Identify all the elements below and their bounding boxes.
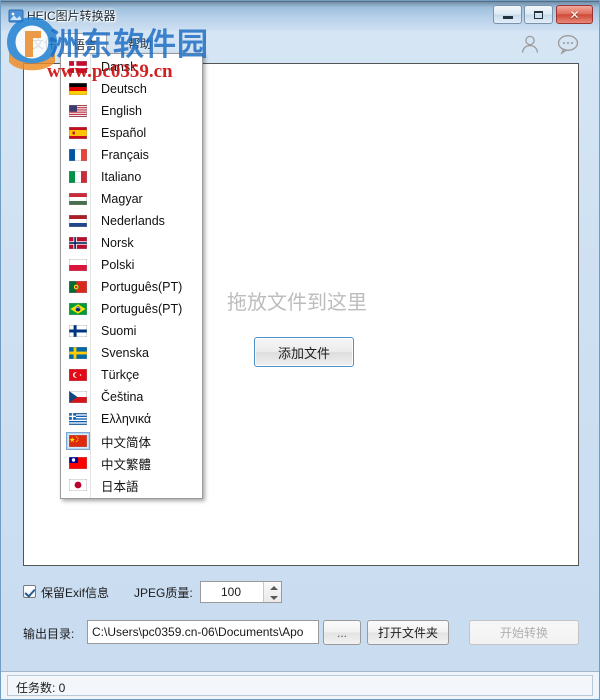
language-menu-item[interactable]: English — [61, 100, 202, 122]
jpeg-quality-label: JPEG质量: — [134, 586, 193, 600]
language-menu-item-label: Norsk — [101, 236, 134, 250]
flag-cz-icon — [67, 389, 89, 405]
flag-es-icon — [67, 125, 89, 141]
flag-us-icon — [67, 103, 89, 119]
browse-button[interactable]: ... — [323, 620, 361, 645]
language-menu-item-label: English — [101, 104, 142, 118]
task-count-text: 任务数: 0 — [16, 681, 66, 695]
start-convert-button[interactable]: 开始转换 — [469, 620, 579, 645]
language-menu-item[interactable]: Português(PT) — [61, 298, 202, 320]
language-menu-item-label: Polski — [101, 258, 135, 272]
title-bar: HEIC图片转换器 ✕ — [1, 1, 599, 31]
flag-br-icon — [67, 301, 89, 317]
language-menu-item-label: 日本語 — [101, 479, 139, 494]
output-directory-input[interactable]: C:\Users\pc0359.cn-06\Documents\Apo — [87, 620, 319, 644]
minimize-icon — [494, 6, 521, 23]
language-menu-item[interactable]: Suomi — [61, 320, 202, 342]
language-menu-item-label: Deutsch — [101, 82, 147, 96]
language-menu-item[interactable]: Norsk — [61, 232, 202, 254]
language-menu-item-label: Magyar — [101, 192, 143, 206]
language-menu-item-label: Čeština — [101, 390, 144, 404]
language-menu-item-label: Français — [101, 148, 149, 162]
spin-down-icon[interactable] — [264, 592, 281, 602]
language-menu-item[interactable]: 中文繁體 — [61, 452, 202, 474]
language-menu-item-label: Italiano — [101, 170, 142, 184]
language-menu-item[interactable]: Svenska — [61, 342, 202, 364]
flag-fi-icon — [67, 323, 89, 339]
menu-item-help[interactable]: 帮助 — [119, 34, 161, 54]
flag-fr-icon — [67, 147, 89, 163]
app-icon — [8, 9, 24, 23]
language-menu-item-label: Svenska — [101, 346, 149, 360]
status-bar-panel: 任务数: 0 — [7, 675, 593, 696]
language-menu-item[interactable]: Português(PT) — [61, 276, 202, 298]
language-dropdown-menu[interactable]: Dansk Deutsch English Español Français I… — [60, 53, 203, 499]
language-menu-item[interactable]: Ελληνικά — [61, 408, 202, 430]
jpeg-quality-value[interactable]: 100 — [201, 582, 261, 602]
language-menu-item[interactable]: Polski — [61, 254, 202, 276]
flag-pt-icon — [67, 279, 89, 295]
language-menu-item[interactable]: 日本語 — [61, 474, 202, 496]
language-menu-item[interactable]: Magyar — [61, 188, 202, 210]
open-folder-button[interactable]: 打开文件夹 — [367, 620, 449, 645]
close-icon: ✕ — [569, 7, 580, 22]
flag-no-icon — [67, 235, 89, 251]
language-menu-item[interactable]: Español — [61, 122, 202, 144]
flag-jp-icon — [67, 477, 89, 493]
language-menu-item-label: Türkçe — [101, 368, 140, 382]
flag-nl-icon — [67, 213, 89, 229]
flag-tw-icon — [67, 455, 89, 471]
flag-se-icon — [67, 345, 89, 361]
flag-gr-icon — [67, 411, 89, 427]
language-menu-item[interactable]: 中文简体 — [61, 430, 202, 452]
language-menu-item[interactable]: Italiano — [61, 166, 202, 188]
flag-it-icon — [67, 169, 89, 185]
jpeg-quality-spin-buttons[interactable] — [263, 582, 281, 602]
close-button[interactable]: ✕ — [556, 5, 593, 24]
menu-item-file[interactable]: 文件 — [23, 34, 65, 54]
language-menu-item[interactable]: Dansk — [61, 56, 202, 78]
flag-pl-icon — [67, 257, 89, 273]
language-menu-item[interactable]: Türkçe — [61, 364, 202, 386]
app-window: HEIC图片转换器 ✕ 文件 语言 帮助 拖放文件到这里 添加文件 保留Exif… — [0, 0, 600, 700]
flag-tr-icon — [67, 367, 89, 383]
flag-dk-icon — [67, 59, 89, 75]
output-row: 输出目录: C:\Users\pc0359.cn-06\Documents\Ap… — [1, 618, 599, 650]
maximize-icon — [525, 6, 552, 23]
language-menu-item-label: Português(PT) — [101, 302, 183, 316]
language-menu-item[interactable]: Français — [61, 144, 202, 166]
add-file-button[interactable]: 添加文件 — [254, 337, 354, 367]
language-menu-item[interactable]: Deutsch — [61, 78, 202, 100]
language-menu-item-label: Dansk — [101, 60, 137, 74]
language-menu-item-label: Suomi — [101, 324, 137, 338]
keep-exif-label: 保留Exif信息 — [41, 586, 110, 600]
language-menu-item-label: Español — [101, 126, 147, 140]
status-bar: 任务数: 0 — [1, 671, 599, 699]
language-menu-item[interactable]: Nederlands — [61, 210, 202, 232]
language-menu-item-label: Português(PT) — [101, 280, 183, 294]
drop-hint-text: 拖放文件到这里 — [227, 292, 367, 314]
maximize-button[interactable] — [524, 5, 553, 24]
output-directory-label: 输出目录: — [23, 627, 75, 641]
user-icon[interactable] — [517, 31, 543, 57]
spin-up-icon[interactable] — [264, 582, 281, 592]
language-menu-item-label: Nederlands — [101, 214, 165, 228]
jpeg-quality-stepper[interactable]: 100 — [200, 581, 282, 603]
minimize-button[interactable] — [493, 5, 522, 24]
flag-hu-icon — [67, 191, 89, 207]
language-list: Dansk Deutsch English Español Français I… — [61, 56, 202, 496]
flag-de-icon — [67, 81, 89, 97]
language-menu-item[interactable]: Čeština — [61, 386, 202, 408]
speech-bubble-icon[interactable] — [555, 31, 581, 57]
window-title: HEIC图片转换器 — [27, 9, 116, 23]
language-menu-item-label: 中文简体 — [101, 435, 152, 450]
keep-exif-checkbox[interactable] — [23, 585, 36, 598]
options-row: 保留Exif信息 JPEG质量: 100 — [1, 579, 599, 607]
flag-cn-icon — [66, 432, 90, 450]
language-menu-item-label: Ελληνικά — [101, 412, 152, 426]
language-menu-item-label: 中文繁體 — [101, 457, 152, 472]
